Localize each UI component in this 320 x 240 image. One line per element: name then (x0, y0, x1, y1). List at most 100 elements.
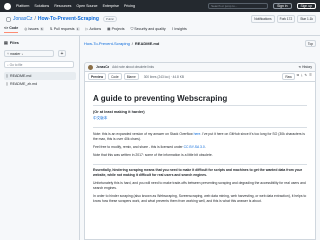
tab-insights[interactable]: ⌇ Insights (172, 26, 187, 33)
tab-count: 6 (39, 26, 44, 31)
global-search-input[interactable]: Search or jump to... (208, 3, 269, 9)
readme-paragraph: Feel free to modify, remix, and share - … (93, 145, 307, 150)
latest-commit-bar: JonasCz Add note about obsolete links ⟲ … (84, 62, 316, 72)
readme-paragraph: Unfortunately this is hard, and you will… (93, 181, 306, 190)
file-tools: Raw ⧉ ⤓ ✎ ☰ (282, 73, 312, 80)
readme-paragraph: In order to hinder scraping (also known … (93, 194, 307, 203)
repo-icon (6, 16, 11, 22)
readme-paragraph: Note: this is an expanded version of my … (93, 132, 307, 142)
history-label: History (302, 65, 312, 69)
avatar[interactable] (88, 64, 93, 70)
chinese-version-link[interactable]: 中文版本 (93, 116, 307, 121)
history-link[interactable]: ⟲ History (299, 65, 312, 69)
file-name: README.md (9, 74, 32, 78)
tab-label: Insights (174, 26, 187, 31)
code-tab[interactable]: Code (108, 73, 122, 80)
file-view-toolbar: Preview Code Blame 300 lines (243 loc) ·… (84, 72, 316, 82)
breadcrumb-repo-link[interactable]: How-To-Prevent-Scraping (84, 41, 130, 46)
star-button[interactable]: Star 1.1k (297, 15, 316, 23)
file-icon: ▯ (6, 82, 8, 86)
global-header: Platform Solutions Resources Open Source… (0, 0, 320, 12)
add-file-button[interactable]: + (58, 50, 66, 57)
repo-tabs: <> Code ◎ Issues 6 ⇅ Pull requests 1 ▷ Actions… (4, 26, 187, 33)
sign-up-button[interactable]: Sign up (296, 3, 316, 9)
license-link[interactable]: CC BY-SA 3.0 (184, 145, 205, 149)
breadcrumb-file: README.md (134, 41, 160, 46)
repo-separator: / (34, 16, 36, 22)
repo-owner-link[interactable]: JonasCz (13, 16, 32, 22)
pull-request-icon: ⇅ (49, 26, 53, 31)
blame-tab[interactable]: Blame (123, 73, 139, 80)
file-name: README_zh.md (9, 82, 38, 86)
file-list: ▯ README.md ▯ README_zh.md (4, 72, 76, 88)
graph-icon: ⌇ (171, 26, 174, 31)
readme-subtitle: (Or at least making it harder) (93, 110, 145, 114)
readme-content: A guide to preventing Webscraping (Or at… (84, 82, 316, 240)
nav-enterprise[interactable]: Enterprise (103, 4, 119, 8)
paragraph-text: Feel free to modify, remix, and share - … (93, 144, 184, 149)
branch-name: master (9, 52, 21, 56)
copy-icon[interactable]: ⧉ (297, 73, 299, 80)
tab-label: Code (9, 26, 19, 30)
top-button[interactable]: Top (304, 40, 316, 48)
nav-open-source[interactable]: Open Source (76, 4, 97, 8)
tab-code[interactable]: <> Code (4, 26, 19, 33)
file-view: How-To-Prevent-Scraping / README.md Top … (80, 36, 320, 240)
files-title: Files (9, 40, 19, 45)
breadcrumb: How-To-Prevent-Scraping / README.md (84, 41, 159, 46)
file-item-readme[interactable]: ▯ README.md (4, 72, 76, 80)
shield-icon: ⛉ (130, 26, 134, 31)
tab-label: Pull requests (53, 26, 75, 31)
repo-actions: Notifications Fork 172 Star 1.1k (251, 15, 316, 23)
sidebar-collapse-icon[interactable]: ▤ (4, 40, 8, 45)
branch-selector[interactable]: ⑂ master ▾ (4, 50, 54, 57)
outline-icon[interactable]: ☰ (309, 73, 312, 80)
tab-security[interactable]: ⛉ Security and quality (131, 26, 166, 33)
files-header: ▤ Files (4, 40, 19, 45)
paragraph-text: . (204, 144, 206, 149)
download-icon[interactable]: ⤓ (301, 73, 302, 80)
preview-tab[interactable]: Preview (88, 73, 107, 80)
github-logo-icon[interactable] (4, 2, 11, 10)
tab-label: Actions (89, 26, 102, 31)
table-icon: ▦ (107, 26, 111, 31)
notifications-button[interactable]: Notifications (251, 15, 275, 23)
tab-pull-requests[interactable]: ⇅ Pull requests 1 (50, 26, 80, 33)
file-icon: ▯ (6, 74, 8, 78)
edit-icon[interactable]: ✎ (304, 73, 307, 80)
file-item-readme-zh[interactable]: ▯ README_zh.md (4, 80, 76, 88)
nav-platform[interactable]: Platform (16, 4, 29, 8)
issue-icon: ◎ (24, 26, 28, 31)
commit-author[interactable]: JonasCz (96, 65, 109, 69)
divider (93, 127, 307, 128)
repo-name-link[interactable]: How-To-Prevent-Scraping (38, 16, 99, 22)
nav-solutions[interactable]: Solutions (34, 4, 49, 8)
visibility-badge: Public (102, 16, 118, 22)
tab-issues[interactable]: ◎ Issues 6 (24, 26, 44, 33)
sign-in-button[interactable]: Sign in (273, 3, 292, 9)
repo-title: JonasCz / How-To-Prevent-Scraping Public (6, 16, 118, 22)
commit-message[interactable]: Add note about obsolete links (112, 65, 154, 69)
play-icon: ▷ (85, 26, 89, 31)
fork-button[interactable]: Fork 172 (276, 15, 296, 23)
code-icon: <> (4, 26, 9, 30)
readme-paragraph: Note that this was written in 2017: some… (93, 152, 213, 157)
repo-header: JonasCz / How-To-Prevent-Scraping Public… (0, 12, 320, 36)
divider (93, 163, 307, 164)
chevron-down-icon: ▾ (20, 52, 24, 56)
tab-actions[interactable]: ▷ Actions (86, 26, 102, 33)
raw-button[interactable]: Raw (282, 73, 295, 80)
tab-projects[interactable]: ▦ Projects (107, 26, 124, 33)
readme-paragraph: Essentially, hindering scraping means th… (93, 168, 303, 177)
tab-label: Issues (28, 26, 39, 31)
tab-count: 1 (75, 26, 80, 31)
file-search-input[interactable]: ⌕ Go to file (4, 61, 74, 68)
readme-title: A guide to preventing Webscraping (93, 94, 307, 106)
breadcrumb-separator: / (131, 41, 133, 46)
file-meta: 300 lines (243 loc) · 44.8 KB (143, 74, 184, 79)
file-tree-sidebar: ▤ Files ⑂ master ▾ + ⌕ Go to file ▯ READM… (0, 36, 80, 240)
paragraph-text: Note: this is an expanded version of my … (93, 131, 194, 136)
tab-label: Projects (111, 26, 125, 31)
nav-resources[interactable]: Resources (54, 4, 71, 8)
nav-pricing[interactable]: Pricing (124, 4, 135, 8)
